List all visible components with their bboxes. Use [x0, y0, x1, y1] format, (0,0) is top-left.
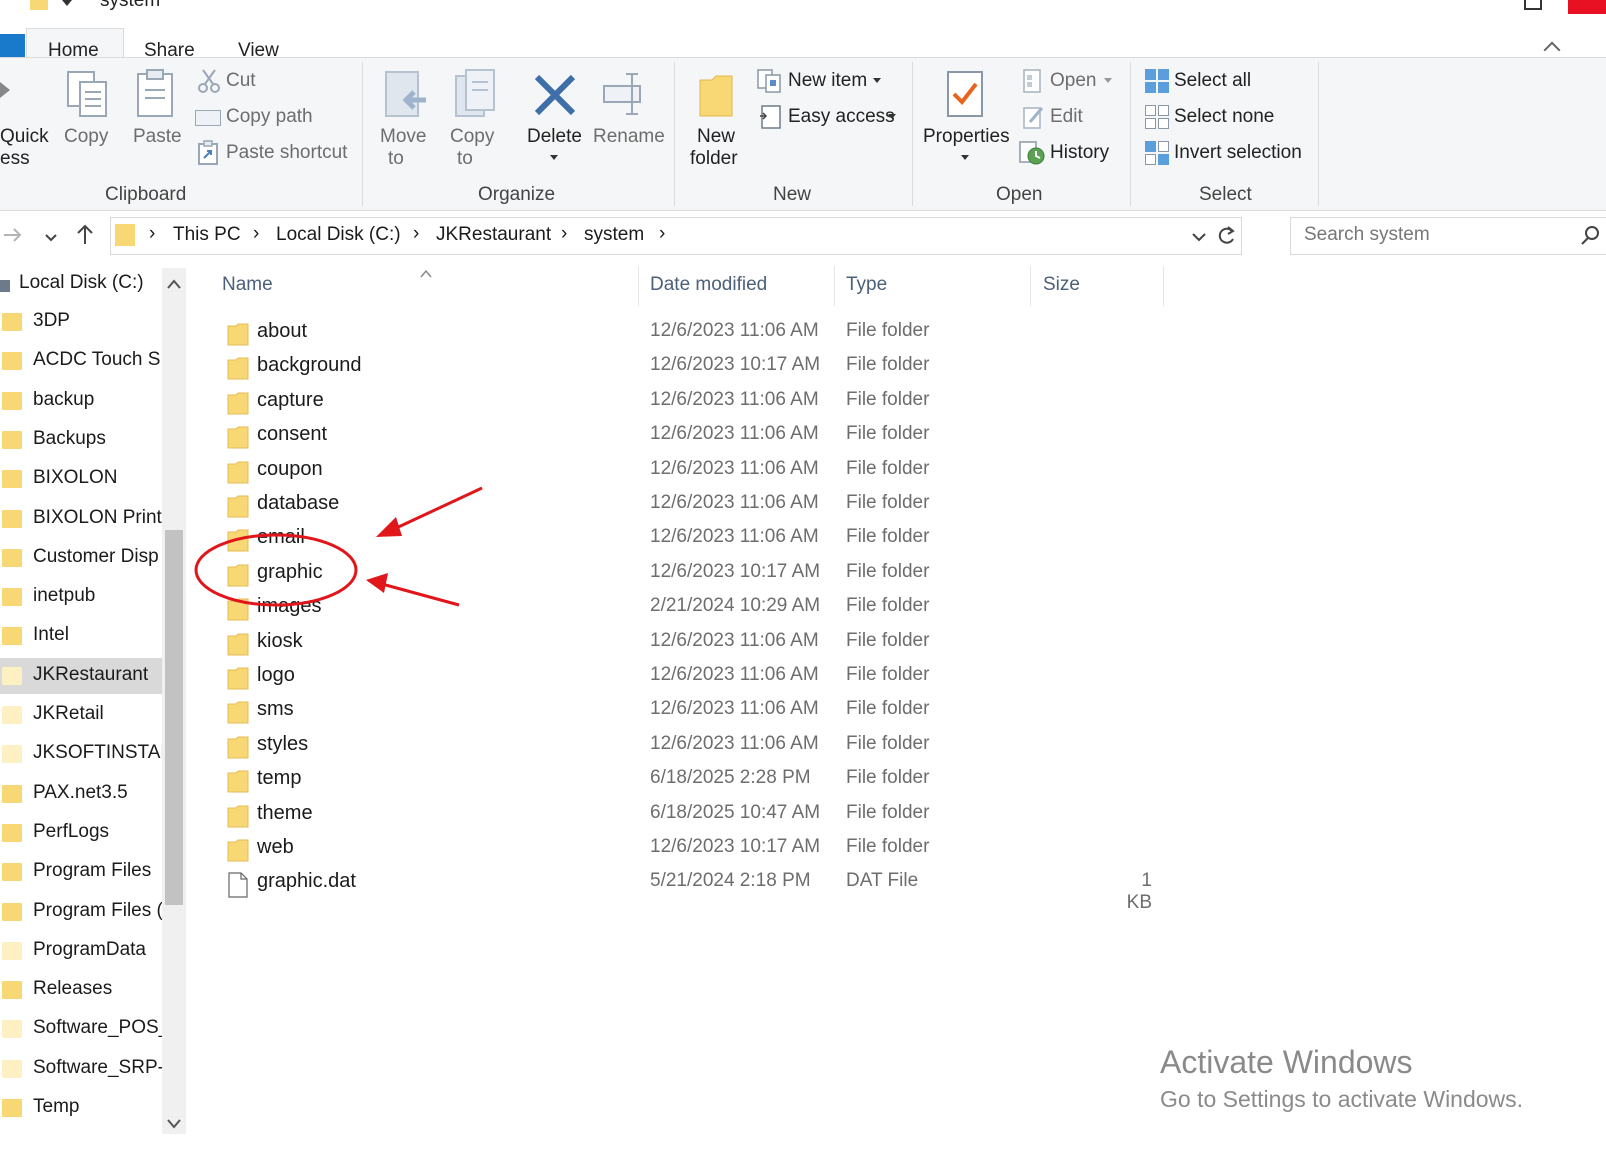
annotation-circle [194, 533, 358, 607]
annotation-arrow-upper [391, 486, 483, 532]
annotation-arrowhead-upper [376, 517, 402, 537]
annotation-arrow-lower [381, 582, 460, 607]
activate-windows-subtitle: Go to Settings to activate Windows. [1160, 1086, 1524, 1112]
annotation-overlay [194, 486, 483, 607]
annotation-arrowhead-lower [366, 573, 388, 593]
activate-windows-title: Activate Windows [1160, 1044, 1413, 1080]
